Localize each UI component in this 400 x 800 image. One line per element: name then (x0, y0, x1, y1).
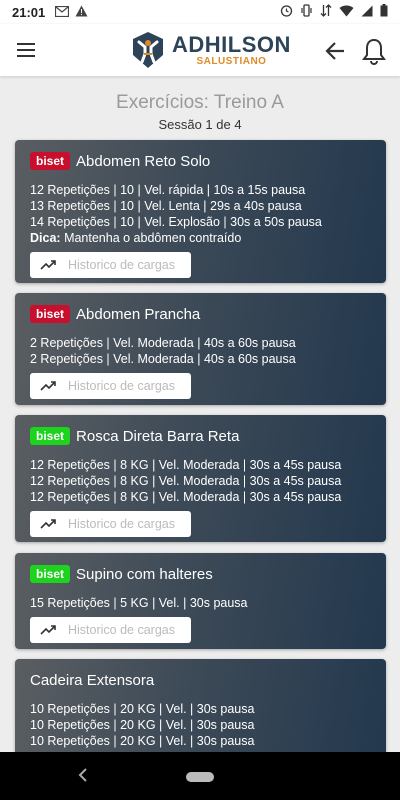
trending-up-icon (40, 519, 56, 529)
notifications-button[interactable] (360, 36, 388, 66)
exercise-name: Abdomen Reto Solo (76, 152, 211, 170)
status-time: 21:01 (12, 4, 46, 20)
history-button[interactable]: Historico de cargas (30, 617, 191, 643)
exercise-card: biset Supino com halteres 15 Repetições … (15, 553, 386, 649)
set-line: 12 Repetições | 8 KG | Vel. Moderada | 3… (30, 458, 342, 472)
vibrate-icon (300, 4, 313, 20)
exercise-name: Rosca Direta Barra Reta (76, 427, 240, 445)
set-line: 14 Repetições | 10 | Vel. Explosão | 30s… (30, 215, 322, 229)
history-button-label: Historico de cargas (68, 258, 175, 272)
system-home-button[interactable] (186, 772, 214, 782)
exercise-name: Abdomen Prancha (76, 305, 201, 323)
trending-up-icon (40, 625, 56, 635)
alarm-icon (280, 4, 293, 20)
status-bar: 21:01 (0, 0, 400, 24)
system-back-button[interactable] (78, 766, 88, 787)
biset-badge: biset (30, 427, 71, 445)
set-line: 2 Repetições | Vel. Moderada | 40s a 60s… (30, 336, 296, 350)
exercise-details: 15 Repetições | 5 KG | Vel. | 30s pausa (30, 595, 371, 611)
history-button[interactable]: Historico de cargas (30, 511, 191, 537)
set-line: 10 Repetições | 20 KG | Vel. | 30s pausa (30, 718, 255, 732)
warning-icon (75, 5, 88, 20)
tip-text: Mantenha o abdômen contraído (64, 231, 242, 245)
history-button[interactable]: Historico de cargas (30, 373, 191, 399)
exercise-tip: Dica: Mantenha o abdômen contraído (30, 230, 371, 246)
set-line: 15 Repetições | 5 KG | Vel. | 30s pausa (30, 596, 248, 610)
exercise-details: 12 Repetições | 8 KG | Vel. Moderada | 3… (30, 457, 371, 505)
session-indicator: Sessão 1 de 4 (158, 117, 242, 132)
signal-icon (361, 5, 373, 20)
history-button-label: Historico de cargas (68, 517, 175, 531)
wifi-icon (339, 4, 354, 20)
system-nav-bar (0, 752, 400, 800)
exercise-name: Supino com halteres (76, 565, 213, 583)
exercise-details: 12 Repetições | 10 | Vel. rápida | 10s a… (30, 182, 371, 246)
biset-badge: biset (30, 152, 71, 170)
tip-label: Dica: (30, 231, 61, 245)
set-line: 12 Repetições | 8 KG | Vel. Moderada | 3… (30, 474, 342, 488)
history-button[interactable]: Historico de cargas (30, 252, 191, 278)
exercise-card: biset Abdomen Reto Solo 12 Repetições | … (15, 140, 386, 283)
gmail-icon (55, 5, 70, 20)
set-line: 13 Repetições | 10 | Vel. Lenta | 29s a … (30, 199, 302, 213)
exercise-card: biset Abdomen Prancha 2 Repetições | Vel… (15, 293, 386, 405)
bell-icon (362, 38, 386, 65)
biset-badge: biset (30, 305, 71, 323)
menu-button[interactable] (14, 38, 38, 62)
data-icon (320, 4, 332, 20)
brand-subtitle: SALUSTIANO (196, 55, 267, 67)
exercise-details: 10 Repetições | 20 KG | Vel. | 30s pausa… (30, 701, 371, 749)
set-line: 12 Repetições | 10 | Vel. rápida | 10s a… (30, 183, 306, 197)
app-bar: ADHILSON SALUSTIANO (0, 24, 400, 76)
history-button-label: Historico de cargas (68, 623, 175, 637)
brand-logo: ADHILSON SALUSTIANO (130, 30, 291, 70)
exercise-details: 2 Repetições | Vel. Moderada | 40s a 60s… (30, 335, 371, 367)
battery-icon (380, 4, 388, 20)
set-line: 2 Repetições | Vel. Moderada | 40s a 60s… (30, 352, 296, 366)
arrow-left-icon (325, 42, 344, 60)
exercise-card: biset Rosca Direta Barra Reta 12 Repetiç… (15, 415, 386, 542)
hamburger-icon (17, 43, 35, 57)
chevron-left-icon (78, 768, 87, 782)
brand-name: ADHILSON (172, 31, 291, 57)
trending-up-icon (40, 260, 56, 270)
biset-badge: biset (30, 565, 71, 583)
set-line: 10 Repetições | 20 KG | Vel. | 30s pausa (30, 702, 255, 716)
back-button[interactable] (322, 37, 350, 65)
set-line: 10 Repetições | 20 KG | Vel. | 30s pausa (30, 734, 255, 748)
history-button-label: Historico de cargas (68, 379, 175, 393)
trending-up-icon (40, 381, 56, 391)
page-title: Exercícios: Treino A (116, 92, 284, 113)
exercise-name: Cadeira Extensora (30, 671, 155, 689)
set-line: 12 Repetições | 8 KG | Vel. Moderada | 3… (30, 490, 342, 504)
logo-icon (133, 32, 163, 68)
